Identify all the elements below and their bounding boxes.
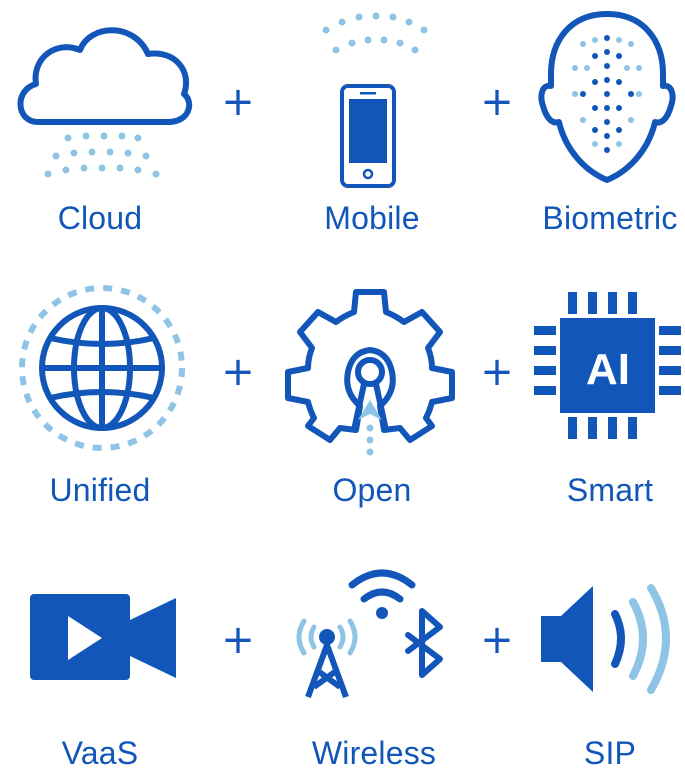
speaker-icon <box>541 584 670 694</box>
video-camera-icon <box>30 594 176 680</box>
plus-separator: + <box>221 79 255 125</box>
chip-label: AI <box>586 345 630 394</box>
mobile-phone-icon <box>322 12 428 188</box>
globe-icon <box>19 285 185 451</box>
label-biometric: Biometric <box>542 200 678 236</box>
wireless-tower-wifi-bluetooth-icon <box>296 569 443 699</box>
label-open: Open <box>332 472 412 508</box>
label-vaas: VaaS <box>61 735 139 771</box>
label-smart: Smart <box>566 472 654 508</box>
plus-separator: + <box>480 349 514 395</box>
plus-separator: + <box>480 79 514 125</box>
label-unified: Unified <box>49 472 151 508</box>
cloud-icon <box>17 27 193 178</box>
label-wireless: Wireless <box>311 735 437 771</box>
plus-separator: + <box>221 349 255 395</box>
label-cloud: Cloud <box>57 200 143 236</box>
ai-chip-icon: AI <box>534 292 681 439</box>
label-mobile: Mobile <box>324 200 420 236</box>
label-sip: SIP <box>583 735 637 771</box>
gear-keyhole-icon <box>285 289 455 456</box>
plus-separator: + <box>480 617 514 663</box>
plus-separator: + <box>221 617 255 663</box>
face-biometric-icon <box>538 11 676 183</box>
